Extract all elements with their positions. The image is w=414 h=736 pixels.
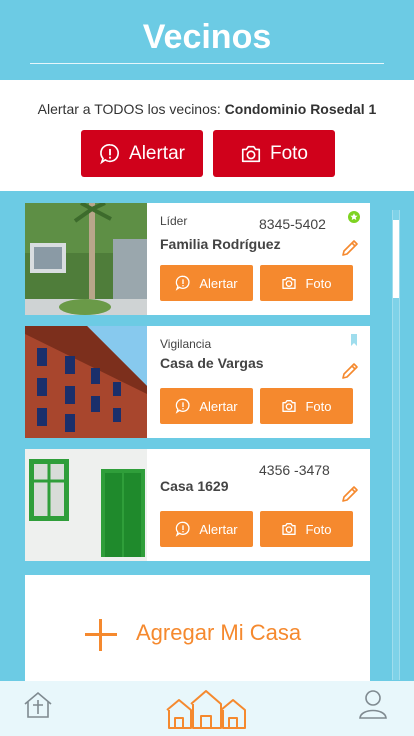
alert-all-prefix: Alertar a TODOS los vecinos: bbox=[37, 101, 225, 117]
house-role: Vigilancia bbox=[160, 337, 212, 351]
bookmark-icon bbox=[351, 334, 357, 346]
photo-all-label: Foto bbox=[269, 142, 309, 164]
condominium-name: Condominio Rosedal 1 bbox=[224, 101, 377, 117]
house-photo[interactable] bbox=[25, 449, 147, 561]
profile-icon[interactable] bbox=[358, 688, 388, 720]
house-name: Familia Rodríguez bbox=[160, 236, 281, 252]
scrollbar[interactable] bbox=[392, 210, 400, 680]
house-card[interactable]: Líder 8345-5402 Familia Rodríguez Alerta… bbox=[25, 203, 370, 315]
house-photo[interactable] bbox=[25, 203, 147, 315]
alert-house-label: Alertar bbox=[199, 521, 238, 537]
alert-icon bbox=[100, 143, 119, 164]
alert-house-button[interactable]: Alertar bbox=[160, 388, 253, 424]
alert-all-label: Alertar bbox=[129, 142, 185, 164]
alert-house-button[interactable]: Alertar bbox=[160, 265, 253, 301]
photo-house-label: Foto bbox=[305, 275, 332, 291]
photo-house-button[interactable]: Foto bbox=[260, 511, 353, 547]
scrollbar-thumb[interactable] bbox=[393, 220, 399, 298]
house-photo[interactable] bbox=[25, 326, 147, 438]
edit-pencil-icon[interactable] bbox=[340, 484, 360, 504]
page-title: Vecinos bbox=[142, 18, 272, 56]
camera-icon bbox=[282, 277, 297, 289]
photo-all-button[interactable]: Foto bbox=[213, 130, 335, 177]
alert-all-button[interactable]: Alertar bbox=[81, 130, 203, 177]
header: Vecinos bbox=[0, 0, 414, 80]
photo-house-label: Foto bbox=[305, 521, 332, 537]
add-house-button[interactable]: Agregar Mi Casa bbox=[25, 575, 370, 687]
house-phone: 8345-5402 bbox=[259, 216, 326, 232]
alert-house-label: Alertar bbox=[199, 398, 238, 414]
house-list[interactable]: Líder 8345-5402 Familia Rodríguez Alerta… bbox=[0, 191, 414, 687]
alert-icon bbox=[176, 275, 190, 291]
edit-pencil-icon[interactable] bbox=[340, 361, 360, 381]
house-role: Líder bbox=[160, 214, 188, 228]
tab-bar bbox=[0, 681, 414, 736]
photo-house-label: Foto bbox=[305, 398, 332, 414]
alert-icon bbox=[176, 521, 190, 537]
house-phone: 4356 -3478 bbox=[259, 462, 330, 478]
alert-all-text: Alertar a TODOS los vecinos: Condominio … bbox=[0, 101, 414, 117]
edit-pencil-icon[interactable] bbox=[340, 238, 360, 258]
camera-icon bbox=[241, 145, 261, 162]
neighborhood-icon[interactable] bbox=[165, 688, 247, 730]
church-icon[interactable] bbox=[22, 688, 54, 720]
plus-icon bbox=[85, 619, 117, 651]
house-card[interactable]: Vigilancia Casa de Vargas Alertar Foto bbox=[25, 326, 370, 438]
leader-star-badge bbox=[348, 211, 360, 223]
alert-all-panel: Alertar a TODOS los vecinos: Condominio … bbox=[0, 80, 414, 191]
camera-icon bbox=[282, 400, 297, 412]
photo-house-button[interactable]: Foto bbox=[260, 388, 353, 424]
alert-icon bbox=[176, 398, 190, 414]
camera-icon bbox=[282, 523, 297, 535]
house-card[interactable]: 4356 -3478 Casa 1629 Alertar Foto bbox=[25, 449, 370, 561]
alert-house-label: Alertar bbox=[199, 275, 238, 291]
alert-house-button[interactable]: Alertar bbox=[160, 511, 253, 547]
house-name: Casa de Vargas bbox=[160, 355, 264, 371]
house-name: Casa 1629 bbox=[160, 478, 229, 494]
add-house-label: Agregar Mi Casa bbox=[136, 620, 302, 645]
photo-house-button[interactable]: Foto bbox=[260, 265, 353, 301]
header-divider bbox=[30, 63, 384, 64]
